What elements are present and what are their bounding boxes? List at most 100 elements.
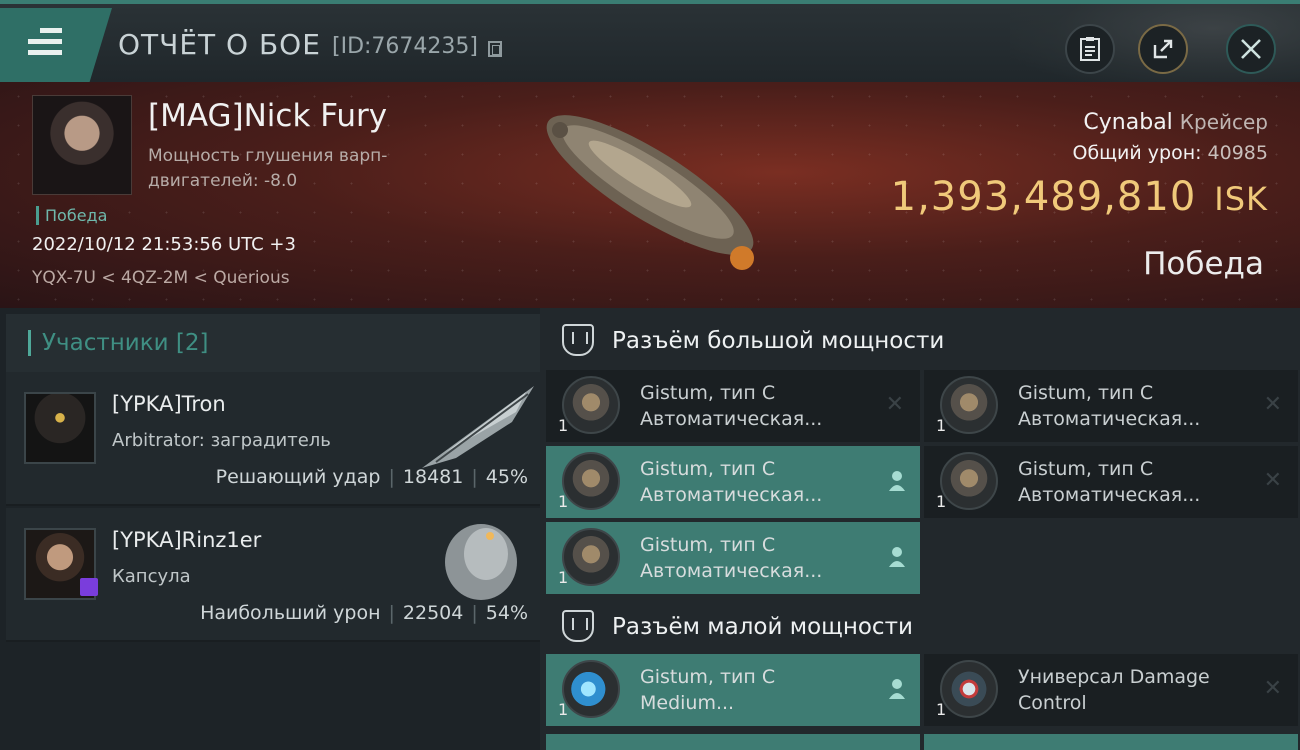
warp-jam-strength: Мощность глушения варп-двигателей: -8.0 — [148, 146, 388, 191]
destroyed-icon: ✕ — [1263, 676, 1282, 701]
isk-amount: 1,393,489,810 — [890, 174, 1197, 220]
victim-ship[interactable]: Cynabal Крейсер — [1083, 110, 1268, 135]
dropped-icon — [889, 471, 905, 491]
participant-stats: Наибольший урон | 22504 | 54% — [200, 602, 528, 624]
high-slot-header: Разъём большой мощности — [540, 310, 1300, 372]
module-count: 1 — [558, 568, 569, 587]
module-item-partial[interactable] — [546, 734, 920, 750]
turret-icon — [562, 376, 620, 434]
copy-icon[interactable] — [488, 41, 502, 57]
alliance-badge-icon — [80, 578, 98, 596]
isk-unit: ISK — [1214, 180, 1268, 218]
kill-location[interactable]: YQX-7U < 4QZ-2M < Querious — [32, 268, 290, 288]
participant-percent: 54% — [485, 602, 528, 624]
participants-header[interactable]: Участники [2] — [6, 314, 540, 372]
participants-title: Участники [2] — [42, 330, 209, 356]
module-name: Gistum, тип C — [640, 458, 776, 480]
turret-icon — [940, 452, 998, 510]
module-name: Gistum, тип C — [640, 382, 776, 404]
ship-name: Cynabal — [1083, 110, 1173, 135]
total-damage-label: Общий урон: — [1072, 142, 1202, 164]
turret-icon — [562, 452, 620, 510]
module-type: Medium... — [640, 692, 735, 714]
result-tag: Победа — [36, 206, 107, 225]
page-title: ОТЧЁТ О БОЕ — [118, 28, 321, 61]
header-accent-bar — [28, 330, 31, 356]
module-type: Автоматическая... — [640, 408, 823, 430]
destroyed-icon: ✕ — [885, 392, 904, 417]
module-type: Автоматическая... — [640, 560, 823, 582]
menu-button[interactable] — [0, 8, 112, 82]
module-type: Control — [1018, 692, 1087, 714]
total-damage-value: 40985 — [1207, 142, 1268, 164]
module-item[interactable]: 1 Gistum, тип C Автоматическая... — [546, 522, 920, 594]
module-count: 1 — [558, 416, 569, 435]
participant-avatar — [24, 392, 96, 464]
participant-damage: 22504 — [402, 602, 464, 624]
close-button[interactable] — [1226, 24, 1276, 74]
participant-stats: Решающий удар | 18481 | 45% — [216, 466, 528, 488]
stat-separator: | — [388, 466, 395, 488]
participant-name: [YPKA]Rinz1er — [112, 528, 262, 552]
module-item-partial[interactable] — [924, 734, 1298, 750]
module-item[interactable]: 1 Gistum, тип C Medium... — [546, 654, 920, 726]
top-bar: ОТЧЁТ О БОЕ [ID:7674235] — [0, 0, 1300, 86]
low-slot-title: Разъём малой мощности — [612, 614, 913, 640]
participant-percent: 45% — [485, 466, 528, 488]
outcome-label: Победа — [1143, 246, 1264, 282]
participant-stat-label: Решающий удар — [215, 466, 381, 488]
module-item[interactable]: 1 Gistum, тип C Автоматическая... ✕ — [924, 446, 1298, 518]
participants-panel: Участники [2] [YPKA]Tron Arbitrator: заг… — [0, 308, 540, 750]
module-name: Универсал Damage — [1018, 666, 1210, 688]
turret-icon — [940, 376, 998, 434]
high-slot-title: Разъём большой мощности — [612, 328, 945, 354]
kill-datetime: 2022/10/12 21:53:56 UTC +3 — [32, 234, 296, 255]
low-slot-header: Разъём малой мощности — [540, 596, 1300, 658]
participant-damage: 18481 — [402, 466, 464, 488]
victim-name[interactable]: [MAG]Nick Fury — [148, 98, 387, 134]
destroyed-icon: ✕ — [1263, 468, 1282, 493]
participant-row[interactable]: [YPKA]Rinz1er Капсула Наибольший урон | 22… — [6, 508, 540, 642]
report-id: [ID:7674235] — [332, 34, 478, 59]
dropped-icon — [889, 679, 905, 699]
close-icon — [1241, 39, 1261, 59]
participant-name: [YPKA]Tron — [112, 392, 226, 416]
fitting-panel: Разъём большой мощности 1 Gistum, тип C … — [540, 308, 1300, 750]
stat-separator: | — [388, 602, 395, 624]
export-button[interactable] — [1138, 24, 1188, 74]
module-item[interactable]: 1 Gistum, тип C Автоматическая... — [546, 446, 920, 518]
participant-ship: Капсула — [112, 566, 191, 587]
ship-class: Крейсер — [1179, 110, 1268, 134]
total-damage: Общий урон: 40985 — [1072, 142, 1268, 164]
module-item[interactable]: 1 Универсал Damage Control ✕ — [924, 654, 1298, 726]
participant-ship: Arbitrator: заградитель — [112, 430, 331, 451]
victim-portrait[interactable] — [32, 95, 132, 195]
ammo-icon — [562, 660, 620, 718]
victim-ship-image[interactable] — [520, 90, 780, 290]
high-slot-icon — [562, 324, 594, 356]
kill-summary: [MAG]Nick Fury Мощность глушения варп-дв… — [0, 82, 1300, 308]
module-item[interactable]: 1 Gistum, тип C Автоматическая... ✕ — [546, 370, 920, 442]
clipboard-icon — [1080, 37, 1100, 61]
participant-ship-image — [445, 524, 517, 600]
module-count: 1 — [558, 492, 569, 511]
module-name: Gistum, тип C — [1018, 458, 1154, 480]
damage-control-icon — [940, 660, 998, 718]
hamburger-icon — [28, 28, 62, 61]
stat-separator: | — [471, 602, 478, 624]
participant-ship-image — [422, 386, 534, 468]
module-count: 1 — [936, 416, 947, 435]
module-item[interactable]: 1 Gistum, тип C Автоматическая... ✕ — [924, 370, 1298, 442]
module-name: Gistum, тип C — [1018, 382, 1154, 404]
dropped-icon — [889, 547, 905, 567]
clipboard-button[interactable] — [1065, 24, 1115, 74]
module-count: 1 — [936, 492, 947, 511]
module-name: Gistum, тип C — [640, 666, 776, 688]
low-slot-icon — [562, 610, 594, 642]
participant-row[interactable]: [YPKA]Tron Arbitrator: заградитель Решаю… — [6, 372, 540, 506]
participant-stat-label: Наибольший урон — [200, 602, 381, 624]
turret-icon — [562, 528, 620, 586]
stat-separator: | — [471, 466, 478, 488]
module-type: Автоматическая... — [1018, 484, 1201, 506]
destroyed-icon: ✕ — [1263, 392, 1282, 417]
